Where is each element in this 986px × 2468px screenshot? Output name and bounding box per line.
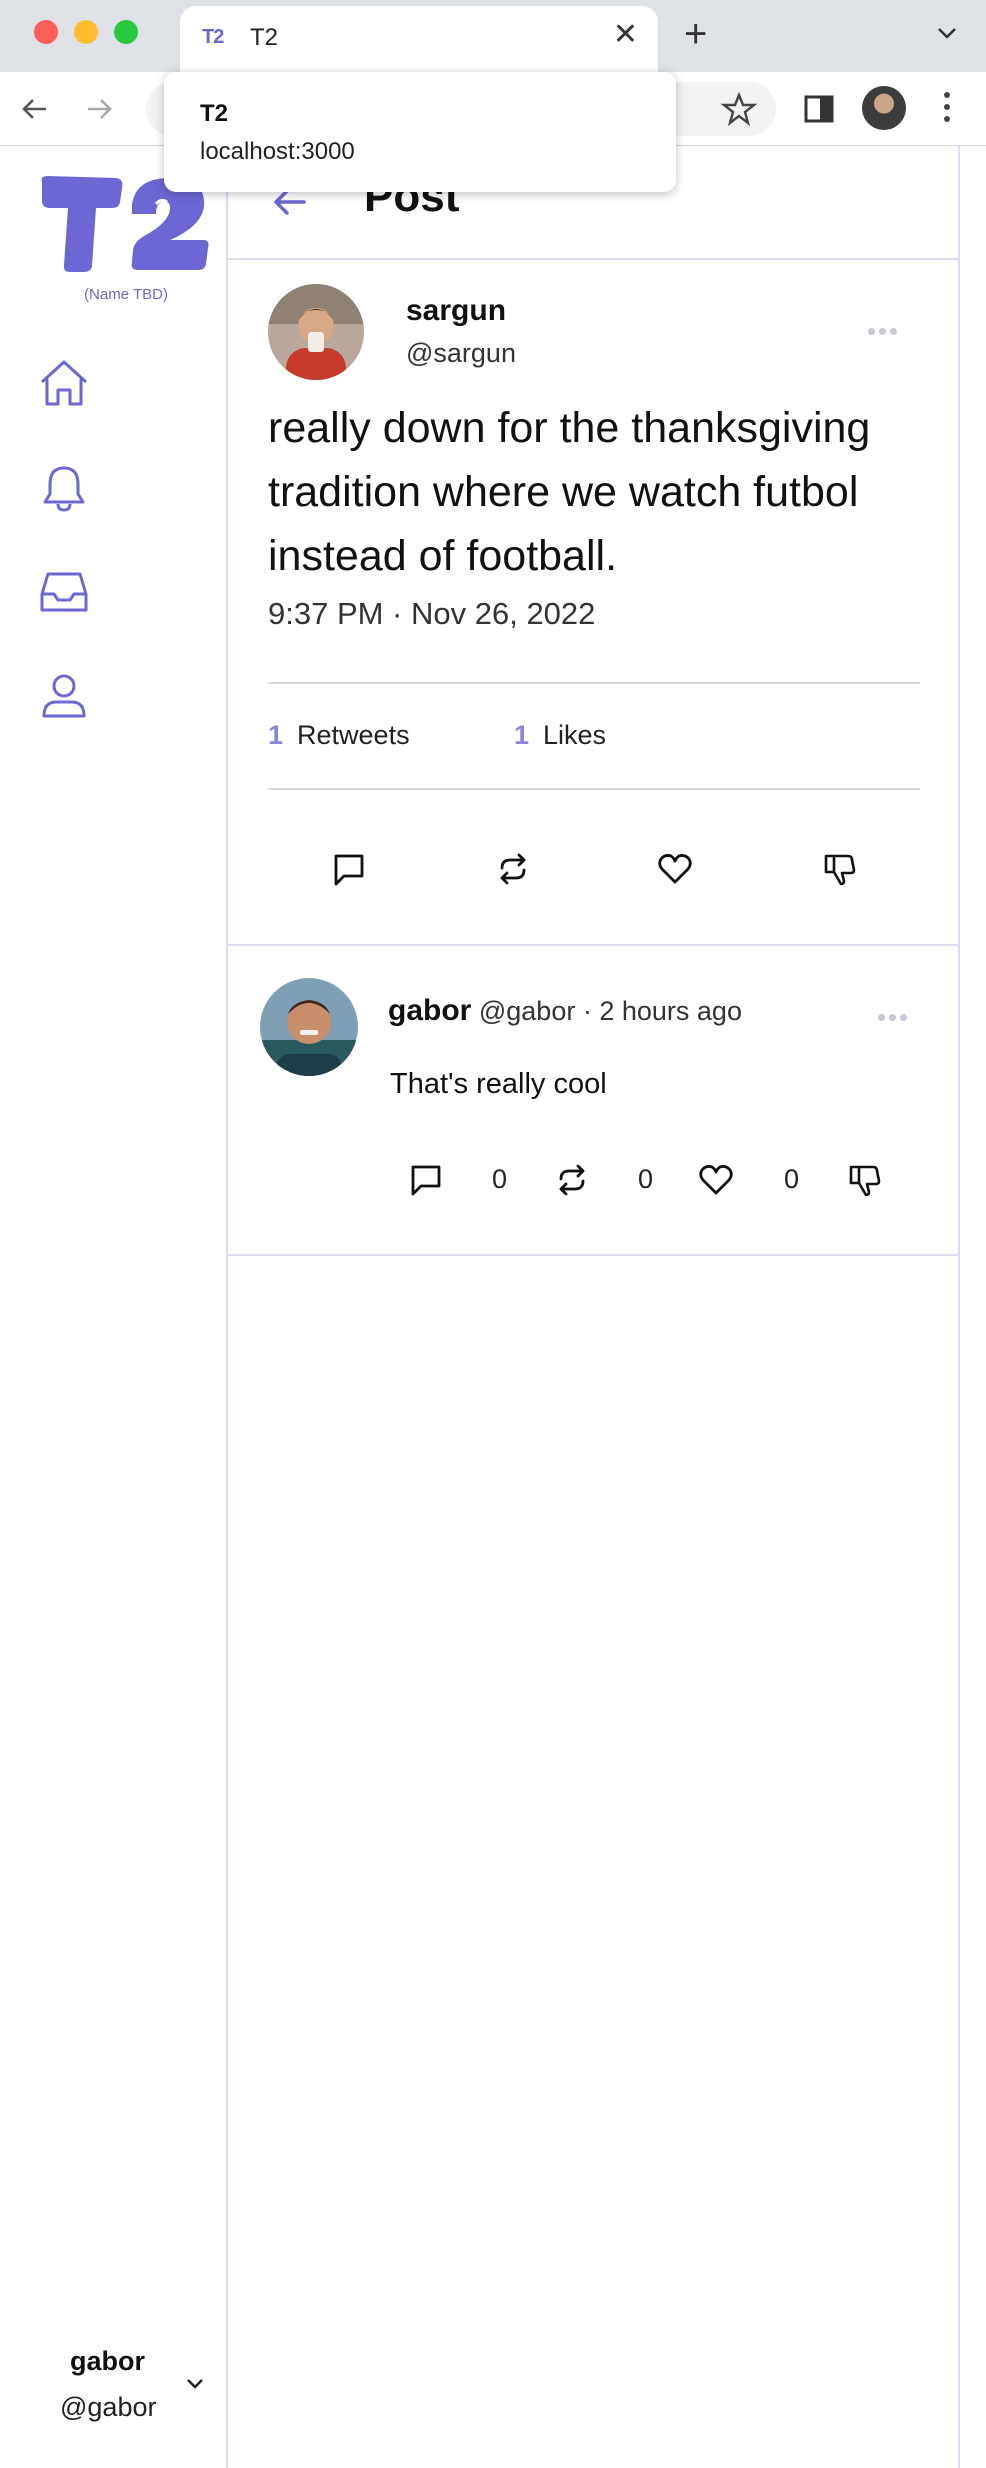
reply-icon[interactable] <box>408 1162 444 1198</box>
new-tab-icon[interactable]: + <box>684 14 707 54</box>
more-options-icon[interactable] <box>868 322 902 335</box>
logo-tagline: (Name TBD) <box>84 286 168 303</box>
browser-menu-icon[interactable] <box>944 92 950 126</box>
app-page: (Name TBD) gabor @gabor Post sargun @sar… <box>0 146 986 2468</box>
reply-author-handle[interactable]: @gabor <box>479 996 575 1026</box>
profile-icon[interactable] <box>36 668 92 724</box>
retweet-count: 0 <box>638 1164 654 1194</box>
reply-icon[interactable] <box>330 850 368 888</box>
reply-post: gabor @gabor · 2 hours ago That's really… <box>228 946 958 1256</box>
likes-label: Likes <box>543 720 607 750</box>
heart-icon[interactable] <box>656 850 694 888</box>
side-panel-icon[interactable] <box>800 90 838 128</box>
current-user-name: gabor <box>70 2346 146 2376</box>
browser-tab-strip: T2 T2 ✕ + <box>0 0 986 72</box>
browser-tab[interactable]: T2 T2 ✕ <box>180 6 658 72</box>
inbox-icon[interactable] <box>36 564 92 620</box>
star-icon[interactable] <box>720 90 758 128</box>
reply-timestamp: 2 hours ago <box>599 996 742 1026</box>
retweet-icon[interactable] <box>554 1162 590 1198</box>
back-nav-icon[interactable] <box>18 92 52 126</box>
post-timestamp: 9:37 PM · Nov 26, 2022 <box>268 596 596 631</box>
chrome-profile-avatar[interactable] <box>862 86 906 130</box>
forward-nav-icon[interactable] <box>82 92 116 126</box>
home-icon[interactable] <box>36 356 92 412</box>
like-count: 0 <box>784 1164 800 1194</box>
chevron-down-icon[interactable] <box>936 22 958 44</box>
divider <box>268 682 920 684</box>
main-column: Post sargun @sargun really down for the … <box>226 146 960 2468</box>
post-author-avatar[interactable] <box>268 284 364 380</box>
minimize-window-button[interactable] <box>74 20 98 44</box>
likes-count: 1 <box>514 720 530 750</box>
current-user-handle: @gabor <box>60 2392 157 2422</box>
maximize-window-button[interactable] <box>114 20 138 44</box>
chevron-down-icon[interactable] <box>184 2372 206 2394</box>
retweet-icon[interactable] <box>494 850 532 888</box>
tab-favicon: T2 <box>202 26 224 48</box>
close-window-button[interactable] <box>34 20 58 44</box>
reply-text: That's really cool <box>390 1068 607 1100</box>
retweets-count: 1 <box>268 720 284 750</box>
heart-icon[interactable] <box>698 1162 734 1198</box>
likes-stat[interactable]: 1 Likes <box>514 720 606 751</box>
thumbs-down-icon[interactable] <box>820 850 858 888</box>
reply-author-name[interactable]: gabor <box>388 994 471 1027</box>
reply-author-avatar[interactable] <box>260 978 358 1076</box>
thumbs-down-icon[interactable] <box>846 1162 882 1198</box>
hover-card-url: localhost:3000 <box>200 138 355 165</box>
retweets-stat[interactable]: 1 Retweets <box>268 720 410 751</box>
more-options-icon[interactable] <box>878 1008 911 1026</box>
divider <box>268 788 920 790</box>
tab-hover-card: T2 localhost:3000 <box>164 72 676 192</box>
reply-count: 0 <box>492 1164 508 1194</box>
main-post: sargun @sargun really down for the thank… <box>228 260 958 946</box>
post-author-handle[interactable]: @sargun <box>406 338 516 369</box>
tab-title: T2 <box>250 24 279 51</box>
bell-icon[interactable] <box>36 460 92 516</box>
hover-card-title: T2 <box>200 100 229 127</box>
post-author-name[interactable]: sargun <box>406 294 506 328</box>
retweets-label: Retweets <box>297 720 410 750</box>
reply-separator: · <box>582 996 592 1026</box>
close-tab-icon[interactable]: ✕ <box>613 20 638 50</box>
sidebar: (Name TBD) gabor @gabor <box>0 146 226 2468</box>
post-text: really down for the thanksgiving traditi… <box>268 404 871 580</box>
reply-meta: gabor @gabor · 2 hours ago <box>388 994 742 1028</box>
